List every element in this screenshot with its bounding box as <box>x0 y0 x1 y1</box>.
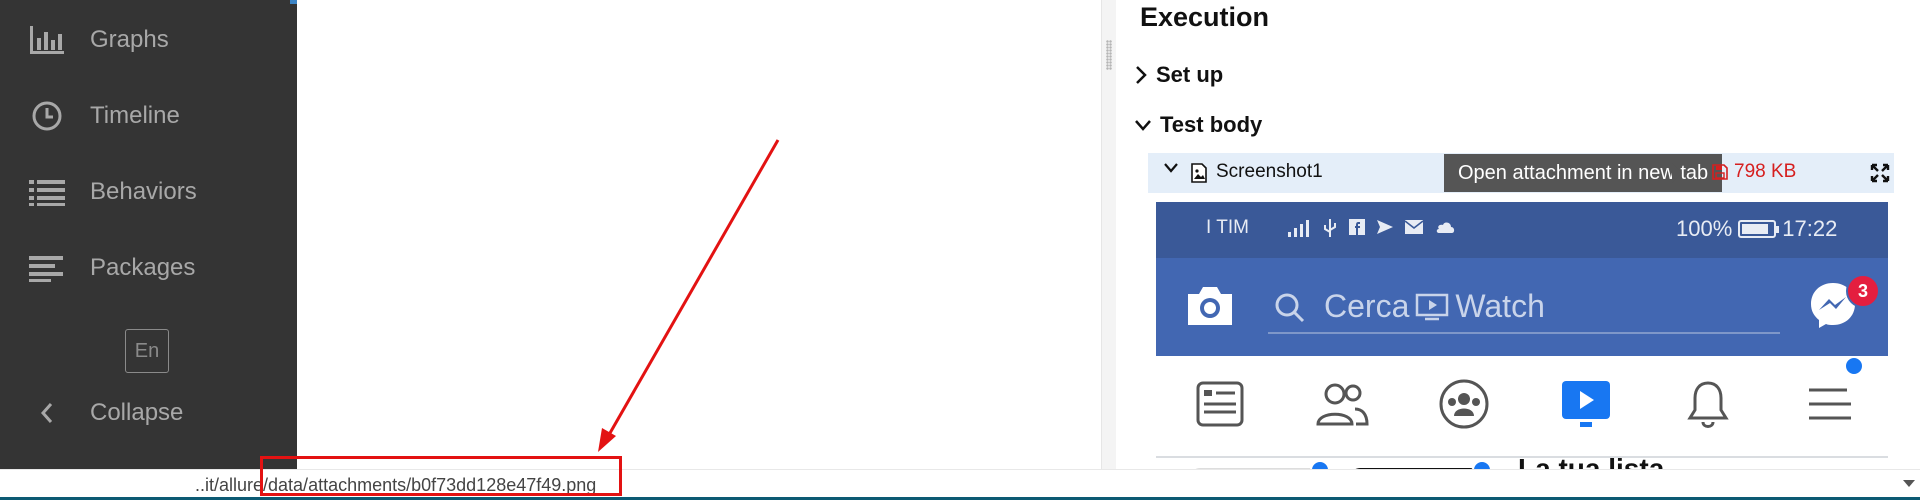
chevron-right-icon <box>1136 66 1147 84</box>
chevron-down-icon[interactable] <box>1164 162 1178 174</box>
list-icon <box>28 173 66 211</box>
camera-icon <box>1188 287 1232 325</box>
search-placeholder: Cerca Watch <box>1324 288 1545 325</box>
section-set-up[interactable]: Set up <box>1134 62 1223 88</box>
groups-icon <box>1434 374 1494 434</box>
scroll-down-arrow-icon[interactable] <box>1903 480 1915 487</box>
cloud-icon <box>1436 222 1455 233</box>
expand-icon[interactable] <box>1870 163 1890 183</box>
battery-icon <box>1738 220 1780 238</box>
execution-panel: Execution Set up Test body Screenshot1 O… <box>1116 0 1920 470</box>
menu-notification-dot <box>1844 356 1864 376</box>
facebook-header: Cerca Watch 3 <box>1156 258 1888 356</box>
clock-time: 17:22 <box>1782 216 1838 241</box>
mail-icon <box>1404 220 1424 234</box>
carrier-label: I TIM <box>1206 217 1249 238</box>
sidebar-item-graphs[interactable]: Graphs <box>0 15 297 65</box>
chevron-left-icon <box>28 394 66 432</box>
splitter-grip[interactable] <box>1106 40 1112 70</box>
align-left-icon <box>28 249 66 287</box>
friends-icon <box>1312 374 1372 434</box>
news-feed-icon <box>1190 374 1250 434</box>
notification-icons <box>1286 218 1456 238</box>
section-label: Set up <box>1156 62 1224 87</box>
attachment-size-link[interactable]: 798 KB <box>1712 161 1796 183</box>
attachment-row[interactable]: Screenshot1 Open attachment in new tab 7… <box>1148 153 1894 193</box>
chevron-down-icon <box>1135 120 1151 131</box>
execution-title: Execution <box>1140 2 1270 32</box>
sidebar-item-label: Packages <box>90 254 196 281</box>
search-input: Cerca Watch <box>1268 280 1780 334</box>
sidebar-accent <box>290 0 297 4</box>
sidebar: Graphs Timeline Behaviors Packages En Co… <box>0 0 297 470</box>
sidebar-item-timeline[interactable]: Timeline <box>0 91 297 141</box>
attachment-name[interactable]: Screenshot1 <box>1216 161 1323 183</box>
usb-icon <box>1324 219 1336 237</box>
panel-splitter[interactable] <box>1101 0 1116 470</box>
menu-icon <box>1800 374 1860 434</box>
watch-text: Watch <box>1455 288 1545 324</box>
clock-icon <box>28 97 66 135</box>
send-icon <box>1377 220 1393 234</box>
bar-chart-icon <box>28 21 66 59</box>
facebook-tab-bar <box>1156 356 1888 458</box>
collapse-button[interactable]: Collapse <box>0 388 297 438</box>
tooltip-arrow <box>1672 163 1682 183</box>
story-title: La tua lista dei <box>1518 453 1665 470</box>
watch-tab-icon <box>1556 374 1616 434</box>
section-label: Test body <box>1160 112 1263 137</box>
messenger-badge: 3 <box>1846 274 1880 308</box>
sidebar-item-label: Graphs <box>90 26 169 53</box>
signal-icon <box>1288 220 1309 237</box>
facebook-icon <box>1349 219 1365 235</box>
sidebar-item-packages[interactable]: Packages <box>0 243 297 293</box>
battery-percent: 100% <box>1676 216 1733 241</box>
battery-time-group: 100% 17:22 <box>1676 216 1837 242</box>
attachment-size: 798 KB <box>1734 161 1797 182</box>
floppy-disk-icon <box>1712 164 1728 180</box>
sidebar-item-label: Behaviors <box>90 178 197 205</box>
attachment-screenshot-preview: I TIM 100% 17:22 Cerca Watch 3 La tua li… <box>1156 202 1888 470</box>
image-file-icon <box>1191 163 1207 183</box>
section-test-body[interactable]: Test body <box>1134 112 1262 138</box>
phone-status-bar: I TIM 100% 17:22 <box>1156 202 1888 258</box>
notifications-bell-icon <box>1678 374 1738 434</box>
search-icon <box>1275 293 1305 323</box>
sidebar-item-behaviors[interactable]: Behaviors <box>0 167 297 217</box>
language-switch-button[interactable]: En <box>125 329 169 373</box>
collapse-label: Collapse <box>90 399 184 426</box>
sidebar-item-label: Timeline <box>90 102 180 129</box>
watch-video-icon <box>1416 293 1449 320</box>
search-text: Cerca <box>1324 288 1410 324</box>
url-highlight-box <box>260 456 622 496</box>
